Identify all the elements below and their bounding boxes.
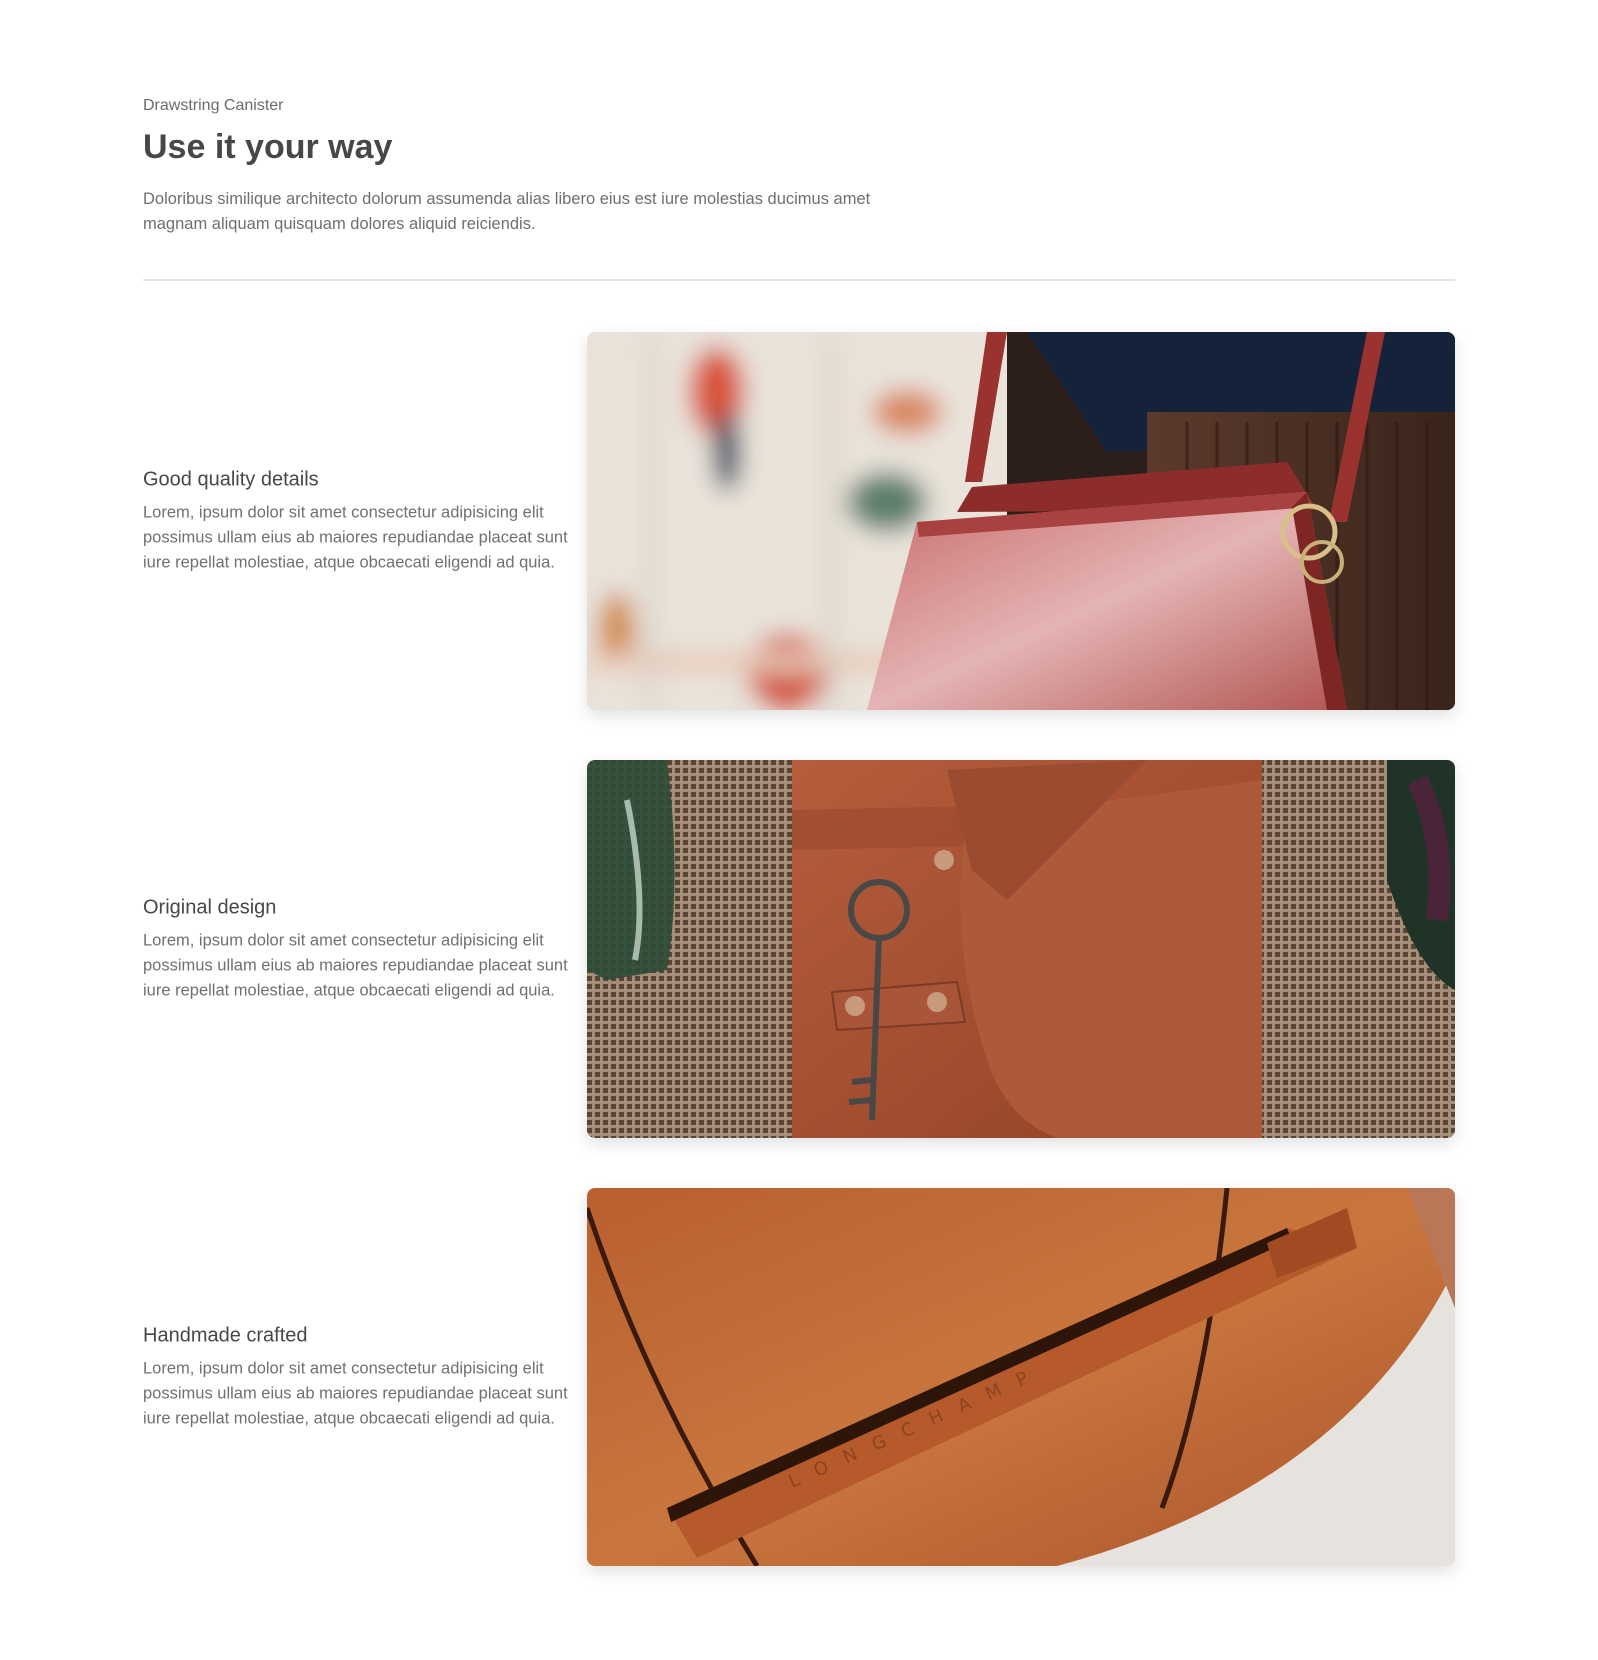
feature-row: Original design Lorem, ipsum dolor sit a… <box>143 760 1455 1138</box>
feature-title: Handmade crafted <box>143 1324 308 1347</box>
feature-title: Good quality details <box>143 468 319 491</box>
feature-text: Good quality details Lorem, ipsum dolor … <box>143 467 568 576</box>
section-intro: Doloribus similique architecto dolorum a… <box>143 190 871 233</box>
feature-description: Lorem, ipsum dolor sit amet consectetur … <box>143 503 568 572</box>
product-eyebrow: Drawstring Canister <box>143 97 284 114</box>
feature-description: Lorem, ipsum dolor sit amet consectetur … <box>143 1359 568 1428</box>
section-divider <box>143 279 1455 281</box>
feature-description: Lorem, ipsum dolor sit amet consectetur … <box>143 931 568 1000</box>
feature-text: Handmade crafted Lorem, ipsum dolor sit … <box>143 1323 568 1432</box>
feature-row: Good quality details Lorem, ipsum dolor … <box>143 332 1455 710</box>
product-features-page: Drawstring Canister Use it your way Dolo… <box>0 0 1598 1660</box>
leather-journal-key-image <box>587 760 1455 1138</box>
section-title: Use it your way <box>143 128 393 166</box>
feature-text: Original design Lorem, ipsum dolor sit a… <box>143 895 568 1004</box>
tan-leather-bag-image: LONGCHAMP <box>587 1188 1455 1566</box>
feature-row: Handmade crafted Lorem, ipsum dolor sit … <box>143 1188 1455 1566</box>
red-leather-bag-image <box>587 332 1455 710</box>
feature-title: Original design <box>143 896 277 919</box>
section-header: Drawstring Canister Use it your way Dolo… <box>143 96 903 237</box>
